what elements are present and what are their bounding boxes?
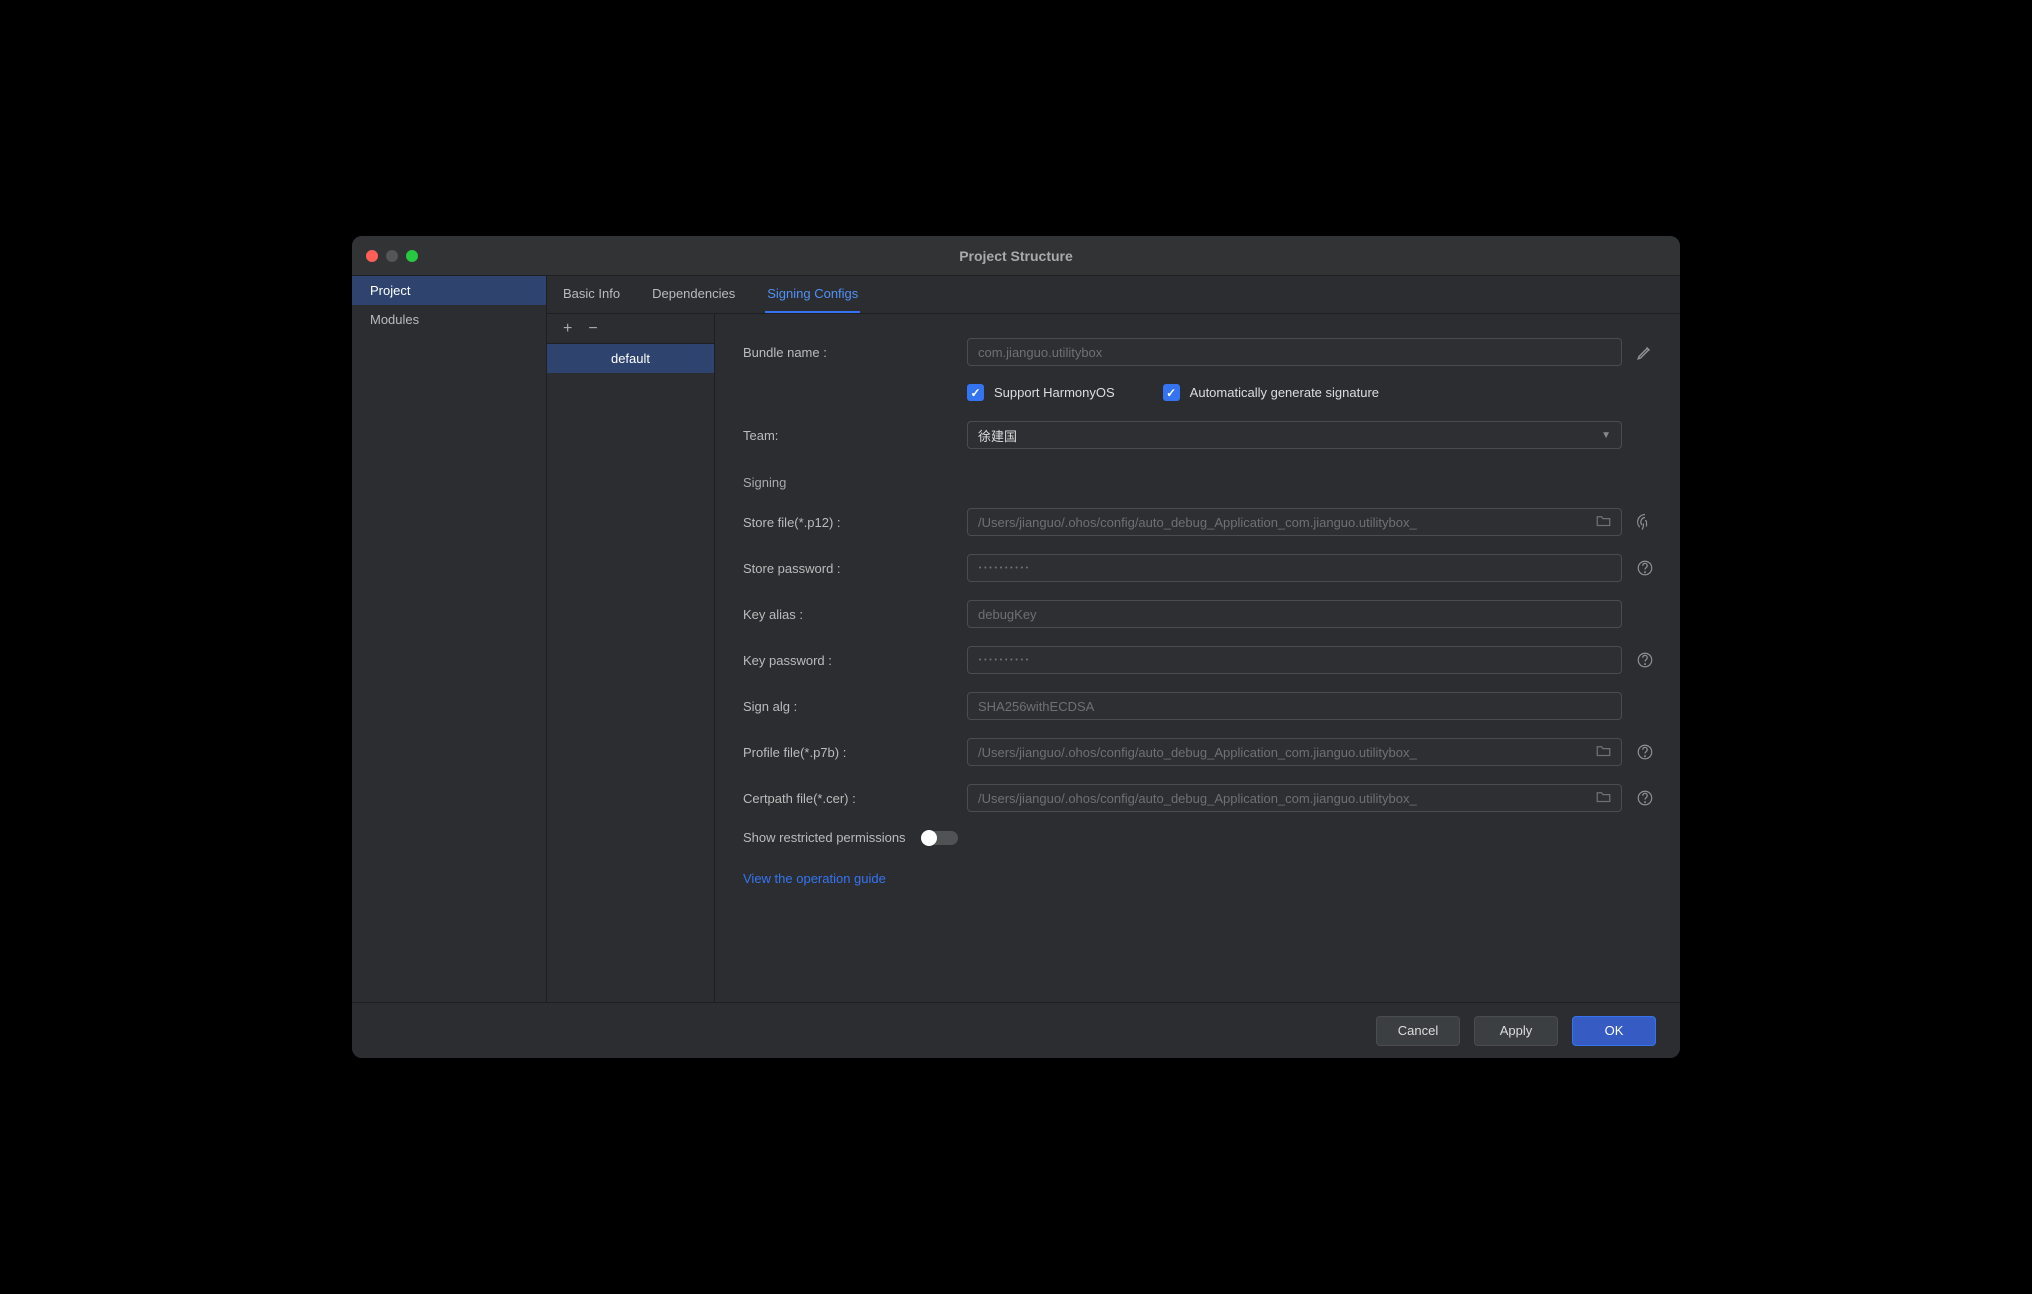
config-list: + − default bbox=[547, 314, 715, 1002]
check-icon: ✓ bbox=[967, 384, 984, 401]
help-icon[interactable] bbox=[1634, 651, 1656, 669]
edit-bundle-icon[interactable] bbox=[1634, 343, 1656, 361]
add-config-icon[interactable]: + bbox=[563, 321, 572, 337]
checkbox-label: Automatically generate signature bbox=[1190, 385, 1379, 400]
store-file-input[interactable]: /Users/jianguo/.ohos/config/auto_debug_A… bbox=[967, 508, 1622, 536]
maximize-window-icon[interactable] bbox=[406, 250, 418, 262]
profile-file-input[interactable]: /Users/jianguo/.ohos/config/auto_debug_A… bbox=[967, 738, 1622, 766]
key-alias-label: Key alias : bbox=[743, 607, 967, 622]
fingerprint-icon[interactable] bbox=[1634, 513, 1656, 531]
minimize-window-icon[interactable] bbox=[386, 250, 398, 262]
input-value: /Users/jianguo/.ohos/config/auto_debug_A… bbox=[978, 515, 1417, 530]
input-value: /Users/jianguo/.ohos/config/auto_debug_A… bbox=[978, 791, 1417, 806]
tab-label: Dependencies bbox=[652, 286, 735, 301]
show-restricted-toggle[interactable] bbox=[922, 831, 958, 845]
folder-icon[interactable] bbox=[1588, 744, 1611, 760]
auto-generate-signature-checkbox[interactable]: ✓ Automatically generate signature bbox=[1163, 384, 1379, 401]
signing-form: Bundle name : com.jianguo.utilitybox bbox=[715, 314, 1680, 1002]
sidebar-item-modules[interactable]: Modules bbox=[352, 305, 546, 334]
input-value: debugKey bbox=[978, 607, 1037, 622]
key-alias-input[interactable]: debugKey bbox=[967, 600, 1622, 628]
sidebar-item-project[interactable]: Project bbox=[352, 276, 546, 305]
close-window-icon[interactable] bbox=[366, 250, 378, 262]
tabs: Basic Info Dependencies Signing Configs bbox=[547, 276, 1680, 314]
config-item-label: default bbox=[611, 351, 650, 366]
content-area: Basic Info Dependencies Signing Configs … bbox=[547, 276, 1680, 1002]
team-select[interactable]: 徐建国 ▼ bbox=[967, 421, 1622, 449]
sidebar-item-label: Modules bbox=[370, 312, 419, 327]
bundle-name-input[interactable]: com.jianguo.utilitybox bbox=[967, 338, 1622, 366]
config-toolbar: + − bbox=[547, 314, 714, 344]
project-structure-dialog: Project Structure Project Modules Basic … bbox=[352, 236, 1680, 1058]
check-icon: ✓ bbox=[1163, 384, 1180, 401]
help-icon[interactable] bbox=[1634, 559, 1656, 577]
key-password-label: Key password : bbox=[743, 653, 967, 668]
tab-label: Signing Configs bbox=[767, 286, 858, 301]
remove-config-icon[interactable]: − bbox=[588, 321, 597, 337]
input-value: SHA256withECDSA bbox=[978, 699, 1094, 714]
checkbox-label: Support HarmonyOS bbox=[994, 385, 1115, 400]
tab-basic-info[interactable]: Basic Info bbox=[561, 276, 622, 313]
category-sidebar: Project Modules bbox=[352, 276, 547, 1002]
config-item-default[interactable]: default bbox=[547, 344, 714, 373]
help-icon[interactable] bbox=[1634, 743, 1656, 761]
certpath-file-input[interactable]: /Users/jianguo/.ohos/config/auto_debug_A… bbox=[967, 784, 1622, 812]
help-icon[interactable] bbox=[1634, 789, 1656, 807]
tab-dependencies[interactable]: Dependencies bbox=[650, 276, 737, 313]
input-value: •••••••••• bbox=[978, 656, 1030, 664]
chevron-down-icon: ▼ bbox=[1601, 430, 1611, 441]
traffic-lights bbox=[366, 250, 418, 262]
cancel-button[interactable]: Cancel bbox=[1376, 1016, 1460, 1046]
sign-alg-input[interactable]: SHA256withECDSA bbox=[967, 692, 1622, 720]
ok-button[interactable]: OK bbox=[1572, 1016, 1656, 1046]
window-title: Project Structure bbox=[352, 248, 1680, 264]
input-value: com.jianguo.utilitybox bbox=[978, 345, 1102, 360]
certpath-file-label: Certpath file(*.cer) : bbox=[743, 791, 967, 806]
show-restricted-label: Show restricted permissions bbox=[743, 830, 906, 845]
sidebar-item-label: Project bbox=[370, 283, 410, 298]
store-password-input[interactable]: •••••••••• bbox=[967, 554, 1622, 582]
store-password-label: Store password : bbox=[743, 561, 967, 576]
input-value: /Users/jianguo/.ohos/config/auto_debug_A… bbox=[978, 745, 1417, 760]
switch-knob bbox=[921, 830, 937, 846]
bundle-name-label: Bundle name : bbox=[743, 345, 967, 360]
select-value: 徐建国 bbox=[978, 426, 1017, 445]
operation-guide-link[interactable]: View the operation guide bbox=[743, 871, 886, 886]
profile-file-label: Profile file(*.p7b) : bbox=[743, 745, 967, 760]
tab-label: Basic Info bbox=[563, 286, 620, 301]
support-harmonyos-checkbox[interactable]: ✓ Support HarmonyOS bbox=[967, 384, 1115, 401]
apply-button[interactable]: Apply bbox=[1474, 1016, 1558, 1046]
folder-icon[interactable] bbox=[1588, 514, 1611, 530]
tab-signing-configs[interactable]: Signing Configs bbox=[765, 276, 860, 313]
store-file-label: Store file(*.p12) : bbox=[743, 515, 967, 530]
team-label: Team: bbox=[743, 428, 967, 443]
sign-alg-label: Sign alg : bbox=[743, 699, 967, 714]
key-password-input[interactable]: •••••••••• bbox=[967, 646, 1622, 674]
dialog-footer: Cancel Apply OK bbox=[352, 1002, 1680, 1058]
input-value: •••••••••• bbox=[978, 564, 1030, 572]
titlebar: Project Structure bbox=[352, 236, 1680, 276]
folder-icon[interactable] bbox=[1588, 790, 1611, 806]
signing-section-title: Signing bbox=[743, 475, 1656, 490]
